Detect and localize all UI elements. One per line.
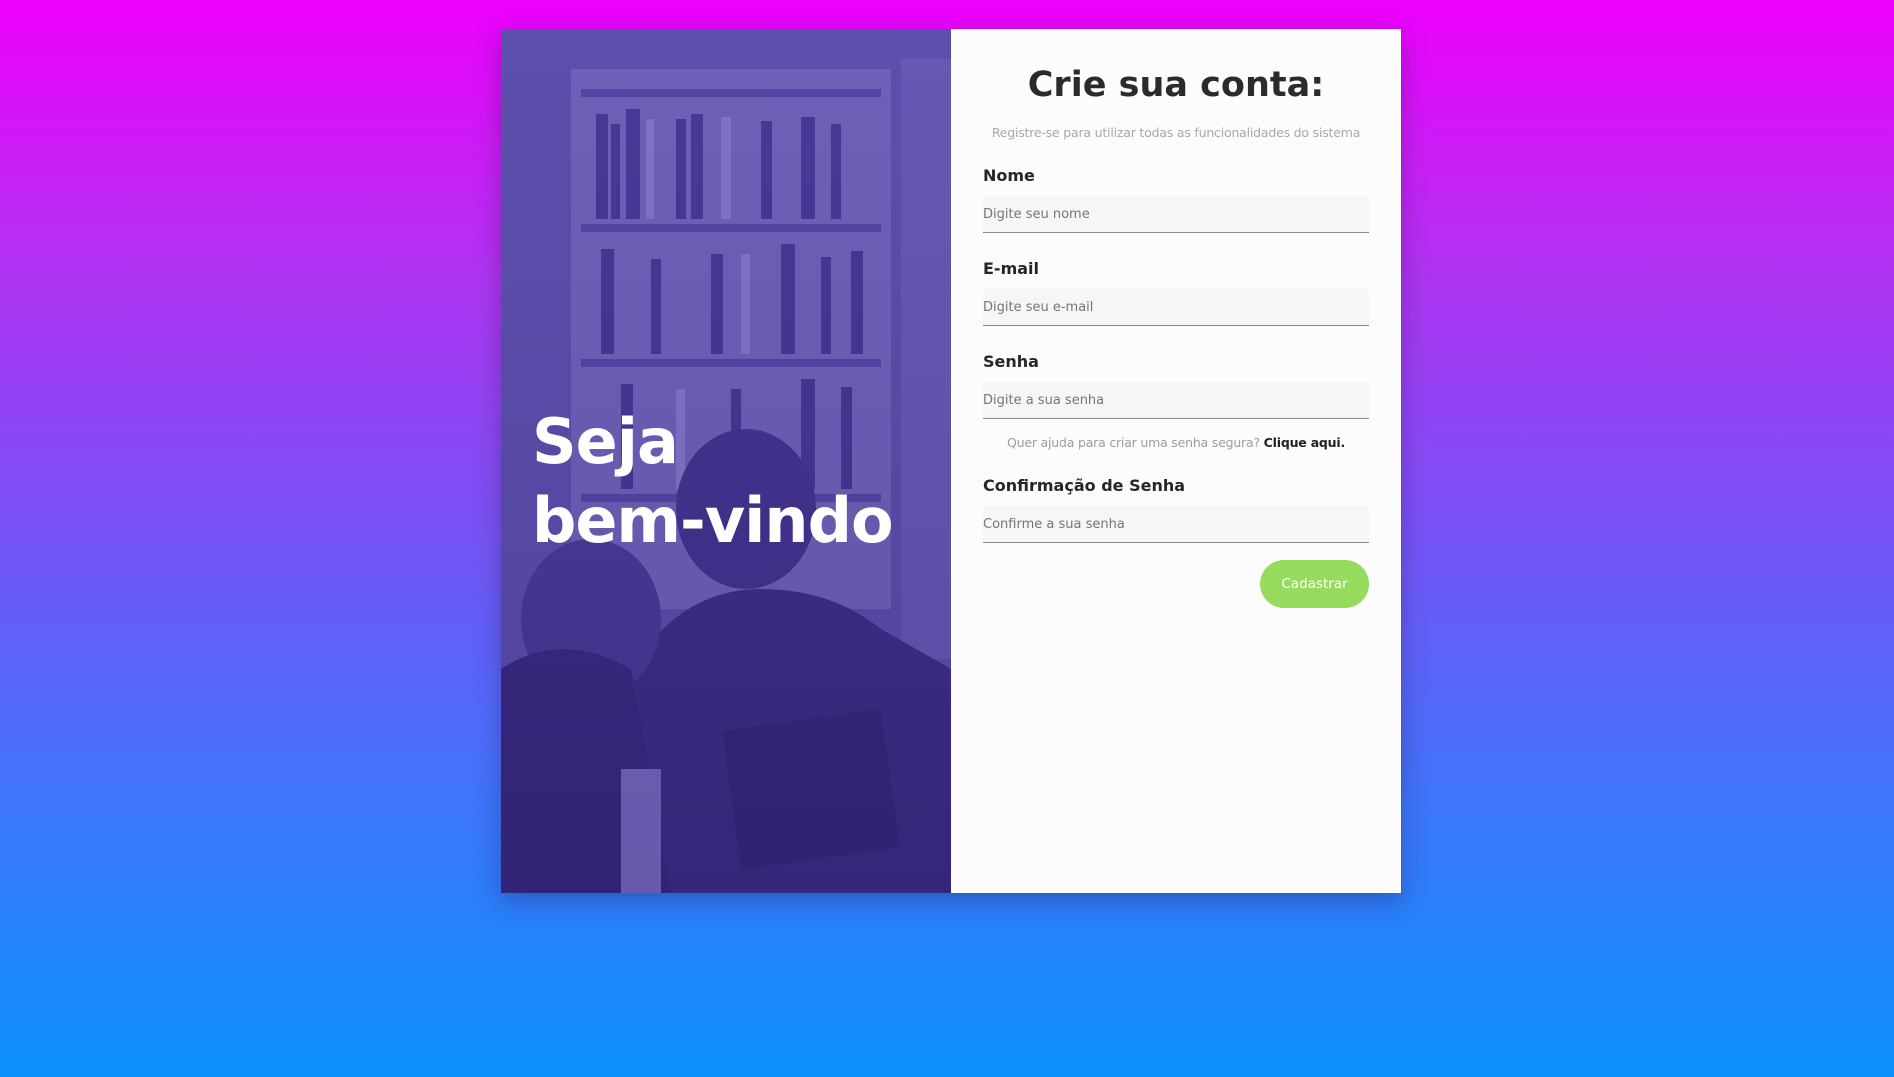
confirm-password-input[interactable] [983, 506, 1369, 543]
welcome-heading-line2: bem-vindo [532, 484, 894, 557]
confirm-password-label: Confirmação de Senha [983, 476, 1186, 495]
name-input[interactable] [983, 196, 1369, 233]
welcome-heading: Seja bem-vindo [532, 402, 894, 560]
password-help-text: Quer ajuda para criar uma senha segura? [1006, 435, 1264, 450]
hero-panel: Seja bem-vindo [501, 29, 951, 893]
form-subtitle: Registre-se para utilizar todas as funci… [991, 125, 1361, 140]
submit-row: Cadastrar [983, 560, 1369, 608]
password-input[interactable] [983, 382, 1369, 419]
password-help-link[interactable]: Clique aqui. [1264, 435, 1346, 450]
name-label: Nome [983, 166, 1035, 185]
form-title: Crie sua conta: [1027, 65, 1325, 105]
email-input[interactable] [983, 289, 1369, 326]
register-button[interactable]: Cadastrar [1260, 560, 1369, 608]
welcome-heading-line1: Seja [532, 405, 679, 478]
signup-card: Seja bem-vindo Crie sua conta: Registre-… [501, 29, 1401, 893]
signup-form: Crie sua conta: Registre-se para utiliza… [951, 29, 1401, 893]
email-label: E-mail [983, 259, 1040, 278]
password-help: Quer ajuda para criar uma senha segura? … [983, 435, 1369, 450]
password-label: Senha [983, 352, 1039, 371]
